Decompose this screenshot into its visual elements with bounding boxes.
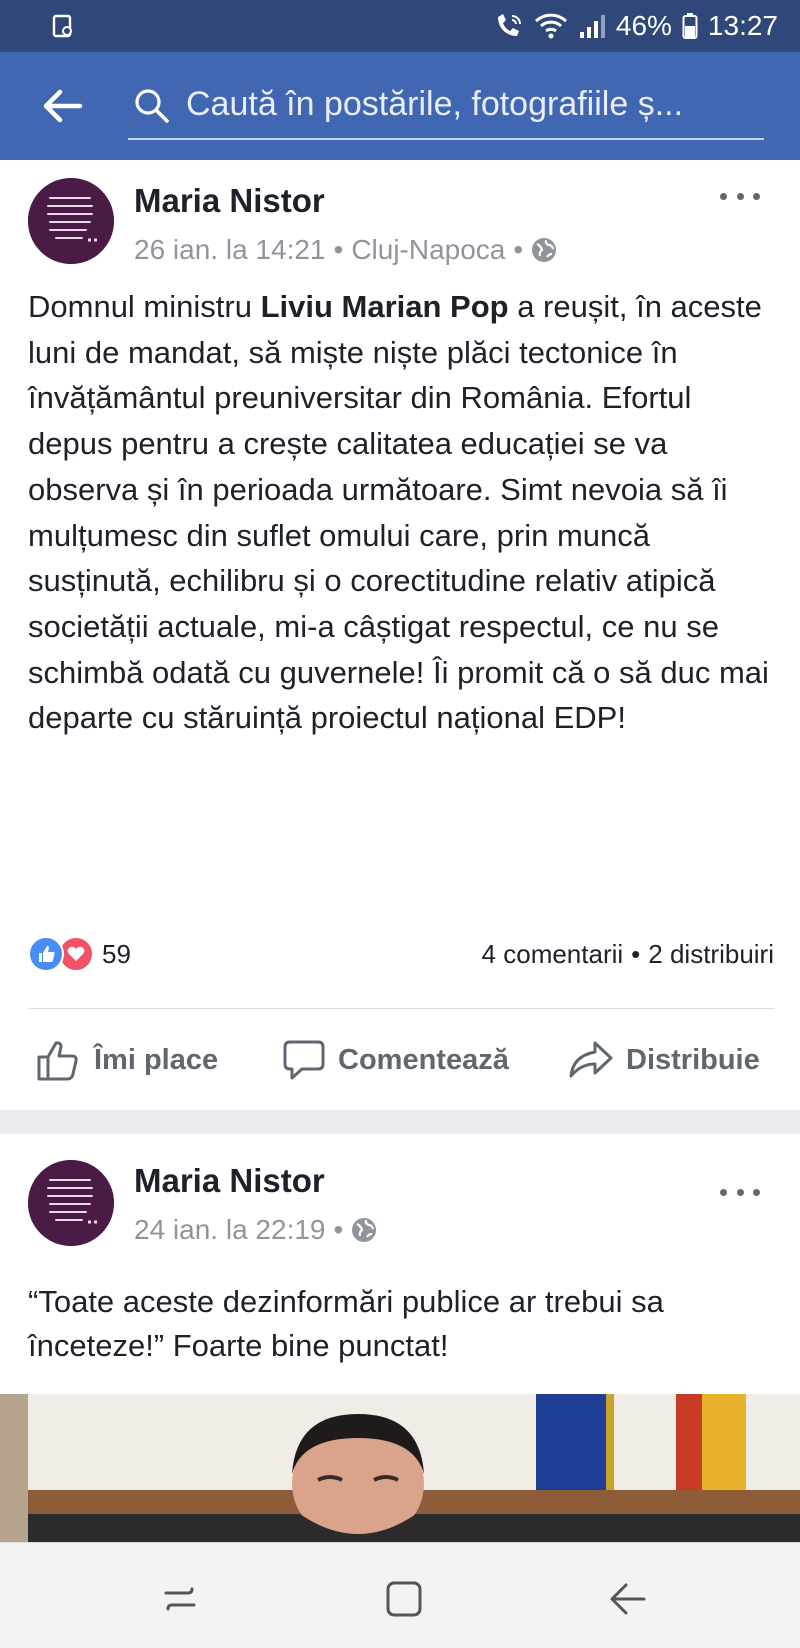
reactions-row: 59 4 comentarii • 2 distribuiri (28, 934, 774, 974)
like-label: Îmi place (94, 1043, 219, 1076)
meta-separator: • (513, 234, 524, 265)
share-arrow-icon (569, 1041, 613, 1078)
post-actions: Îmi place Comentează Distribuie (0, 1010, 800, 1110)
post-text-start: Domnul ministru (28, 289, 261, 324)
post-card: Maria Nistor 26 ian. la 14:21 • Cluj-Nap… (0, 160, 800, 1110)
post-photo[interactable] (0, 1394, 800, 1542)
status-bar: 46% 13:27 (0, 0, 800, 52)
more-options-button[interactable] (720, 188, 760, 204)
dot (720, 1188, 727, 1196)
dot (753, 192, 760, 200)
dot (736, 1188, 744, 1196)
avatar[interactable] (28, 178, 114, 264)
post-meta: 24 ian. la 22:19 • (134, 1214, 377, 1246)
post-date[interactable]: 26 ian. la 14:21 (134, 234, 326, 266)
reaction-icons[interactable] (28, 936, 94, 972)
post-text-rest: a reușit, în aceste luni de mandat, să m… (28, 289, 769, 736)
mentioned-person[interactable]: Liviu Marian Pop (261, 289, 509, 324)
dot (736, 192, 744, 200)
search-input[interactable] (186, 76, 766, 132)
like-reaction-icon (28, 936, 64, 972)
wifi-calling-icon (497, 14, 521, 36)
back-icon[interactable] (608, 1579, 648, 1619)
dot (720, 192, 727, 200)
clock: 13:27 (707, 10, 778, 41)
thumbs-up-icon (37, 1041, 78, 1081)
stats-separator: • (631, 938, 641, 969)
screen-record-icon (52, 14, 72, 38)
meta-separator: • (333, 1214, 344, 1245)
post-stats: 4 comentarii • 2 distribuiri (482, 939, 774, 970)
post-date[interactable]: 24 ian. la 22:19 (134, 1214, 326, 1246)
author-name[interactable]: Maria Nistor (134, 182, 325, 220)
navigation-bar (0, 1542, 800, 1648)
shares-count[interactable]: 2 distribuiri (648, 939, 774, 970)
author-name[interactable]: Maria Nistor (134, 1162, 325, 1200)
share-button[interactable]: Distribuie (568, 1010, 760, 1110)
dot (753, 1188, 760, 1196)
battery-icon (682, 13, 698, 39)
comment-button[interactable]: Comentează (282, 1010, 509, 1110)
comments-count[interactable]: 4 comentarii (482, 939, 624, 970)
post-text: Domnul ministru Liviu Marian Pop a reuși… (28, 284, 778, 741)
comment-label: Comentează (338, 1043, 509, 1076)
post-meta: 26 ian. la 14:21 • Cluj-Napoca • (134, 234, 557, 266)
more-options-button[interactable] (720, 1184, 760, 1200)
search-header (0, 52, 800, 160)
recent-apps-icon[interactable] (160, 1579, 200, 1619)
meta-separator: • (333, 234, 344, 265)
battery-percent: 46% (615, 10, 672, 41)
share-label: Distribuie (626, 1043, 760, 1076)
like-button[interactable]: Îmi place (36, 1010, 218, 1110)
signal-icon (579, 15, 605, 38)
status-icons: 46% 13:27 (494, 0, 778, 52)
arrow-left-icon[interactable] (40, 86, 84, 126)
post-text: “Toate aceste dezinformări publice ar tr… (28, 1284, 664, 1363)
avatar[interactable] (28, 1160, 114, 1246)
wifi-icon (534, 13, 567, 39)
globe-icon (532, 238, 557, 262)
page: 46% 13:27 Caută în postările, fotografii… (0, 0, 800, 1648)
magnifier-icon (135, 89, 169, 123)
home-icon[interactable] (384, 1579, 424, 1619)
globe-icon (352, 1218, 377, 1242)
comment-bubble-icon (283, 1040, 325, 1080)
reaction-count[interactable]: 59 (102, 939, 131, 970)
post-location[interactable]: Cluj-Napoca (351, 234, 505, 266)
divider (28, 1008, 774, 1009)
search-underline (128, 138, 764, 140)
